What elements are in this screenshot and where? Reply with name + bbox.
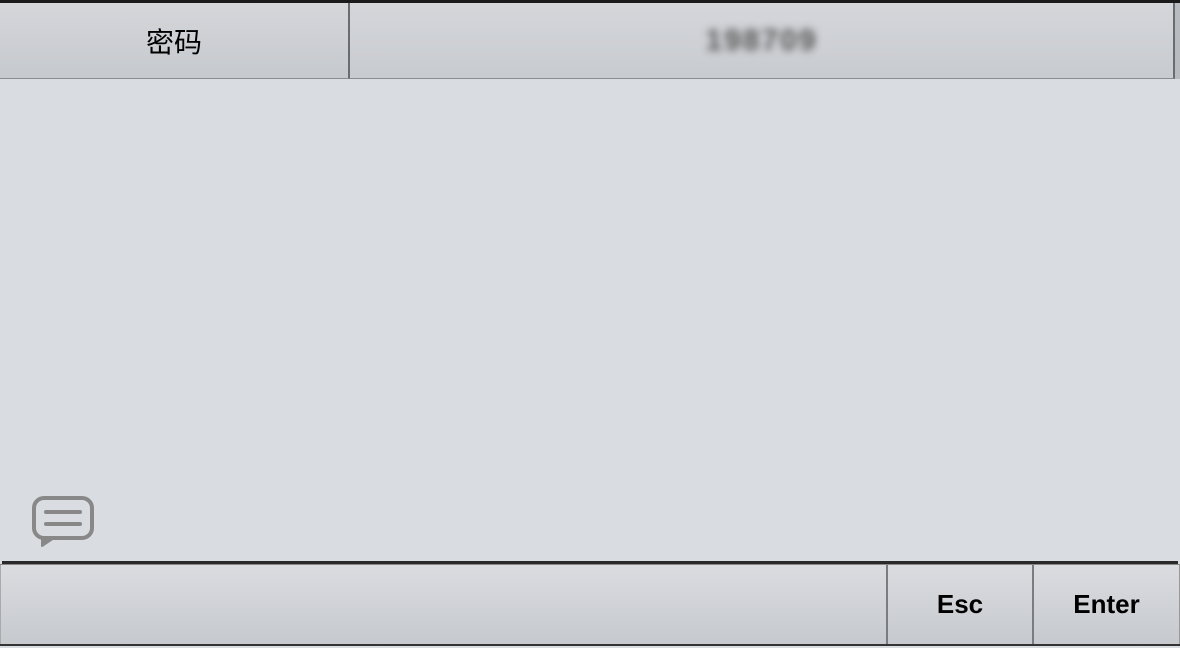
keyboard-icon[interactable] xyxy=(32,494,94,550)
bottom-border xyxy=(0,644,1180,646)
password-row: 密码 198709 xyxy=(0,3,1180,79)
enter-button-label: Enter xyxy=(1073,589,1139,620)
footer-spacer xyxy=(0,565,888,644)
esc-button-label: Esc xyxy=(937,589,983,620)
content-divider xyxy=(2,561,1178,564)
content-area xyxy=(0,79,1180,564)
password-masked-value: 198709 xyxy=(705,24,817,58)
esc-button[interactable]: Esc xyxy=(888,565,1034,644)
password-input-cell[interactable]: 198709 xyxy=(350,3,1175,79)
footer-row: Esc Enter xyxy=(0,564,1180,644)
right-edge xyxy=(1175,3,1180,79)
enter-button[interactable]: Enter xyxy=(1034,565,1180,644)
password-label-text: 密码 xyxy=(146,21,202,61)
password-label: 密码 xyxy=(0,3,350,79)
